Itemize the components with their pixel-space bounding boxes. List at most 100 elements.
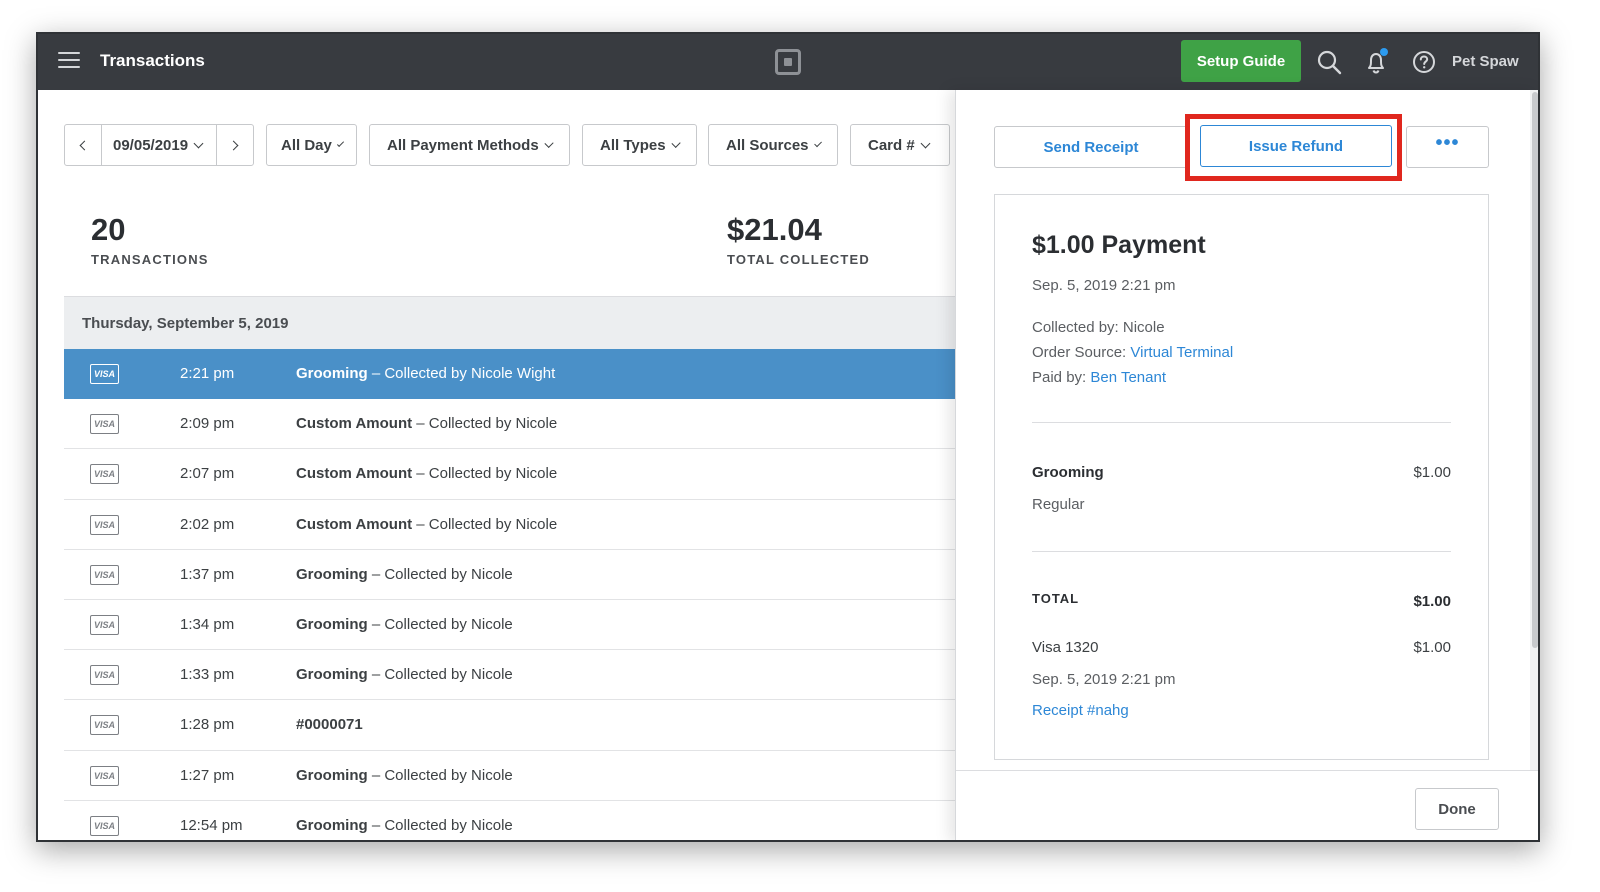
payment-datetime: Sep. 5, 2019 2:21 pm xyxy=(1032,277,1176,294)
issue-refund-button[interactable]: Issue Refund xyxy=(1200,125,1392,167)
scrollbar-thumb[interactable] xyxy=(1532,92,1538,648)
transaction-collector: – Collected by Nicole xyxy=(412,465,558,483)
transactions-count: 20 xyxy=(91,212,126,247)
transaction-item: Grooming xyxy=(296,816,368,834)
transaction-time: 1:28 pm xyxy=(180,716,235,734)
transaction-collector: – Collected by Nicole xyxy=(367,766,513,784)
card-number-dropdown[interactable]: Card # xyxy=(850,124,950,166)
chevron-down-icon xyxy=(671,138,681,148)
app-window: Transactions Setup Guide Pet Spaw 09/05/… xyxy=(36,32,1540,842)
transactions-label: TRANSACTIONS xyxy=(91,252,209,267)
transaction-description: Grooming – Collected by Nicole xyxy=(296,616,513,633)
transaction-collector: – Collected by Nicole xyxy=(412,415,558,433)
panel-footer-divider xyxy=(956,770,1538,771)
notification-dot xyxy=(1380,48,1388,56)
transaction-time: 2:07 pm xyxy=(180,465,235,483)
visa-card-icon: VISA xyxy=(90,364,119,384)
receipt-link[interactable]: Receipt #nahg xyxy=(1032,702,1129,719)
order-source-label: Order Source: xyxy=(1032,344,1131,361)
visa-card-icon: VISA xyxy=(90,815,119,836)
visa-card-icon: VISA xyxy=(90,614,119,635)
sources-dropdown[interactable]: All Sources xyxy=(708,124,838,166)
account-name[interactable]: Pet Spaw xyxy=(1452,53,1519,70)
setup-guide-button[interactable]: Setup Guide xyxy=(1181,40,1301,82)
collected-by: Collected by: Nicole xyxy=(1032,319,1165,336)
total-label: TOTAL xyxy=(1032,591,1080,606)
transaction-list: Thursday, September 5, 2019 VISA 2:21 pm G… xyxy=(64,296,956,840)
page-title: Transactions xyxy=(100,51,205,70)
transaction-row[interactable]: VISA 12:54 pm Grooming – Collected by Nico… xyxy=(64,801,956,840)
menu-icon[interactable] xyxy=(58,52,80,70)
transaction-time: 2:21 pm xyxy=(180,365,235,382)
date-group-header: Thursday, September 5, 2019 xyxy=(64,297,956,349)
transaction-row[interactable]: VISA 2:02 pm Custom Amount – Collected by … xyxy=(64,500,956,550)
transaction-time: 2:09 pm xyxy=(180,415,235,433)
transaction-row[interactable]: VISA 2:21 pm Grooming – Collected by Nicol… xyxy=(64,349,956,400)
date-picker[interactable]: 09/05/2019 xyxy=(101,124,217,166)
transaction-time: 12:54 pm xyxy=(180,816,243,834)
divider xyxy=(1032,422,1451,423)
divider xyxy=(1032,551,1451,552)
types-dropdown[interactable]: All Types xyxy=(582,124,697,166)
chevron-down-icon xyxy=(544,138,554,148)
transaction-description: Custom Amount – Collected by Nicole xyxy=(296,415,557,432)
top-bar: Transactions Setup Guide Pet Spaw xyxy=(38,34,1538,90)
help-icon[interactable] xyxy=(1410,48,1438,76)
transaction-time: 2:02 pm xyxy=(180,515,235,533)
paid-by: Paid by: Ben Tenant xyxy=(1032,369,1166,386)
transaction-description: Grooming – Collected by Nicole xyxy=(296,666,513,683)
chevron-left-icon xyxy=(79,140,90,150)
transaction-row[interactable]: VISA 1:28 pm #0000071 xyxy=(64,700,956,751)
transaction-collector: – Collected by Nicole xyxy=(367,565,513,583)
transaction-collector: – Collected by Nicole xyxy=(367,666,513,684)
notifications-bell-icon[interactable] xyxy=(1362,48,1390,76)
transaction-item: Grooming xyxy=(296,666,368,684)
chevron-right-icon xyxy=(228,140,239,150)
panel-scrollbar[interactable] xyxy=(1530,90,1538,770)
total-collected-value: $21.04 xyxy=(727,212,822,247)
visa-card-icon: VISA xyxy=(90,464,119,485)
total-collected-label: TOTAL COLLECTED xyxy=(727,252,870,267)
more-dots-icon: ••• xyxy=(1435,131,1460,154)
search-icon[interactable] xyxy=(1315,48,1343,76)
time-filter-dropdown[interactable]: All Day xyxy=(266,124,357,166)
total-value: $1.00 xyxy=(1413,593,1451,610)
next-date-button[interactable] xyxy=(216,124,254,166)
send-receipt-button[interactable]: Send Receipt xyxy=(994,126,1188,168)
previous-date-button[interactable] xyxy=(64,124,102,166)
transaction-detail-panel: Send Receipt Issue Refund ••• $1.00 Paym… xyxy=(955,90,1538,840)
chevron-down-icon xyxy=(813,138,822,148)
transaction-item: Grooming xyxy=(296,565,368,583)
transaction-item: Grooming xyxy=(296,615,368,633)
transaction-description: Grooming – Collected by Nicole xyxy=(296,817,513,834)
transaction-collector: – Collected by Nicole Wight xyxy=(367,365,556,382)
transaction-description: Custom Amount – Collected by Nicole xyxy=(296,516,557,533)
date-value: 09/05/2019 xyxy=(113,136,189,154)
transaction-item: #0000071 xyxy=(296,716,363,734)
transaction-row[interactable]: VISA 2:07 pm Custom Amount – Collected by … xyxy=(64,449,956,500)
sources-label: All Sources xyxy=(726,136,809,154)
done-button[interactable]: Done xyxy=(1415,788,1499,830)
transaction-time: 1:27 pm xyxy=(180,766,235,784)
transaction-row[interactable]: VISA 2:09 pm Custom Amount – Collected by … xyxy=(64,399,956,450)
transaction-time: 1:33 pm xyxy=(180,666,235,684)
visa-card-icon: VISA xyxy=(90,564,119,585)
tender-card: Visa 1320 xyxy=(1032,639,1099,656)
payment-methods-dropdown[interactable]: All Payment Methods xyxy=(369,124,570,166)
paid-by-link[interactable]: Ben Tenant xyxy=(1090,369,1166,386)
more-options-button[interactable]: ••• xyxy=(1406,126,1489,168)
transaction-time: 1:37 pm xyxy=(180,565,235,583)
card-number-label: Card # xyxy=(868,136,915,154)
order-source-link[interactable]: Virtual Terminal xyxy=(1130,344,1233,361)
transaction-item: Grooming xyxy=(296,365,368,382)
square-logo-icon[interactable] xyxy=(775,49,801,75)
transaction-row[interactable]: VISA 1:33 pm Grooming – Collected by Nicol… xyxy=(64,650,956,701)
transaction-description: Grooming – Collected by Nicole xyxy=(296,566,513,583)
payment-title: $1.00 Payment xyxy=(1032,231,1206,259)
transaction-description: Custom Amount – Collected by Nicole xyxy=(296,465,557,482)
transaction-row[interactable]: VISA 1:27 pm Grooming – Collected by Nicol… xyxy=(64,751,956,801)
transaction-row[interactable]: VISA 1:37 pm Grooming – Collected by Nicol… xyxy=(64,550,956,600)
transaction-row[interactable]: VISA 1:34 pm Grooming – Collected by Nicol… xyxy=(64,600,956,651)
visa-card-icon: VISA xyxy=(90,765,119,786)
transaction-item: Custom Amount xyxy=(296,465,413,483)
